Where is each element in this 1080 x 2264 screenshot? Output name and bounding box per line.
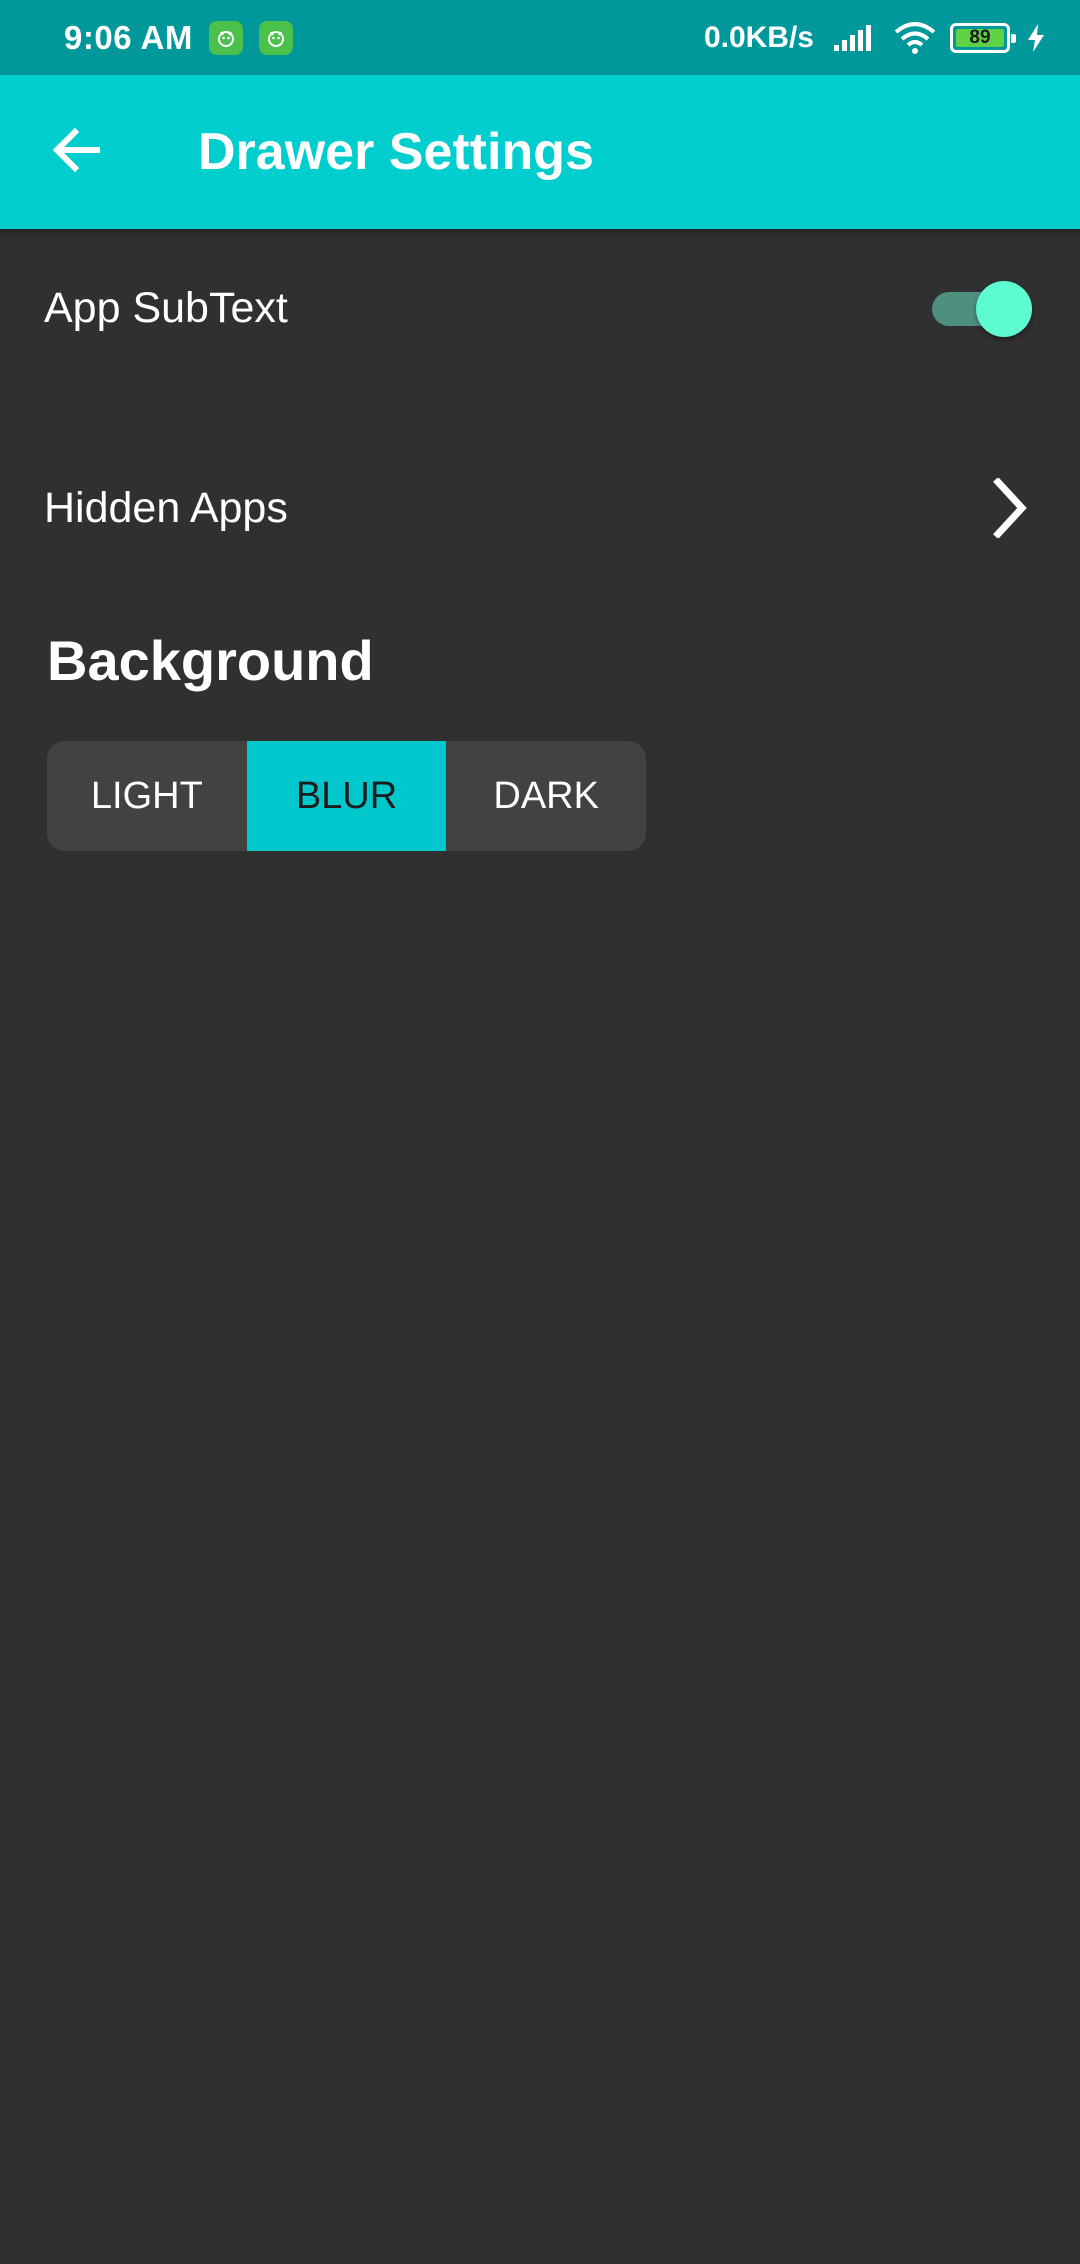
wifi-icon	[894, 21, 936, 54]
arrow-back-icon	[51, 127, 101, 178]
app-subtext-label: App SubText	[44, 283, 288, 332]
notification-app-icon	[258, 20, 293, 55]
notification-app-icon	[208, 20, 243, 55]
page-title: Drawer Settings	[198, 123, 594, 181]
battery-icon: 89	[950, 22, 1016, 53]
charging-icon	[1026, 23, 1046, 53]
app-subtext-toggle[interactable]	[928, 278, 1032, 338]
app-subtext-setting[interactable]: App SubText	[0, 258, 1080, 358]
signal-icon	[832, 23, 872, 53]
background-selector: LIGHT BLUR DARK	[47, 741, 646, 851]
status-bar: 9:06 AM 0.0KB/s 89	[0, 0, 1080, 75]
status-right: 0.0KB/s 89	[704, 21, 1046, 55]
battery-tip	[1011, 33, 1016, 43]
chevron-right-icon	[980, 478, 1040, 538]
background-section-title: Background	[47, 629, 374, 692]
background-option-light[interactable]: LIGHT	[47, 741, 247, 851]
battery-level: 89	[969, 26, 991, 48]
status-time: 9:06 AM	[64, 18, 193, 56]
toggle-thumb	[976, 281, 1032, 337]
network-speed: 0.0KB/s	[703, 20, 814, 54]
back-button[interactable]	[36, 112, 116, 192]
background-option-blur[interactable]: BLUR	[246, 741, 447, 851]
hidden-apps-setting[interactable]: Hidden Apps	[0, 458, 1080, 558]
hidden-apps-label: Hidden Apps	[44, 483, 288, 532]
app-bar: Drawer Settings	[0, 75, 1080, 229]
background-option-dark[interactable]: DARK	[446, 741, 646, 851]
status-left: 9:06 AM	[64, 19, 293, 57]
